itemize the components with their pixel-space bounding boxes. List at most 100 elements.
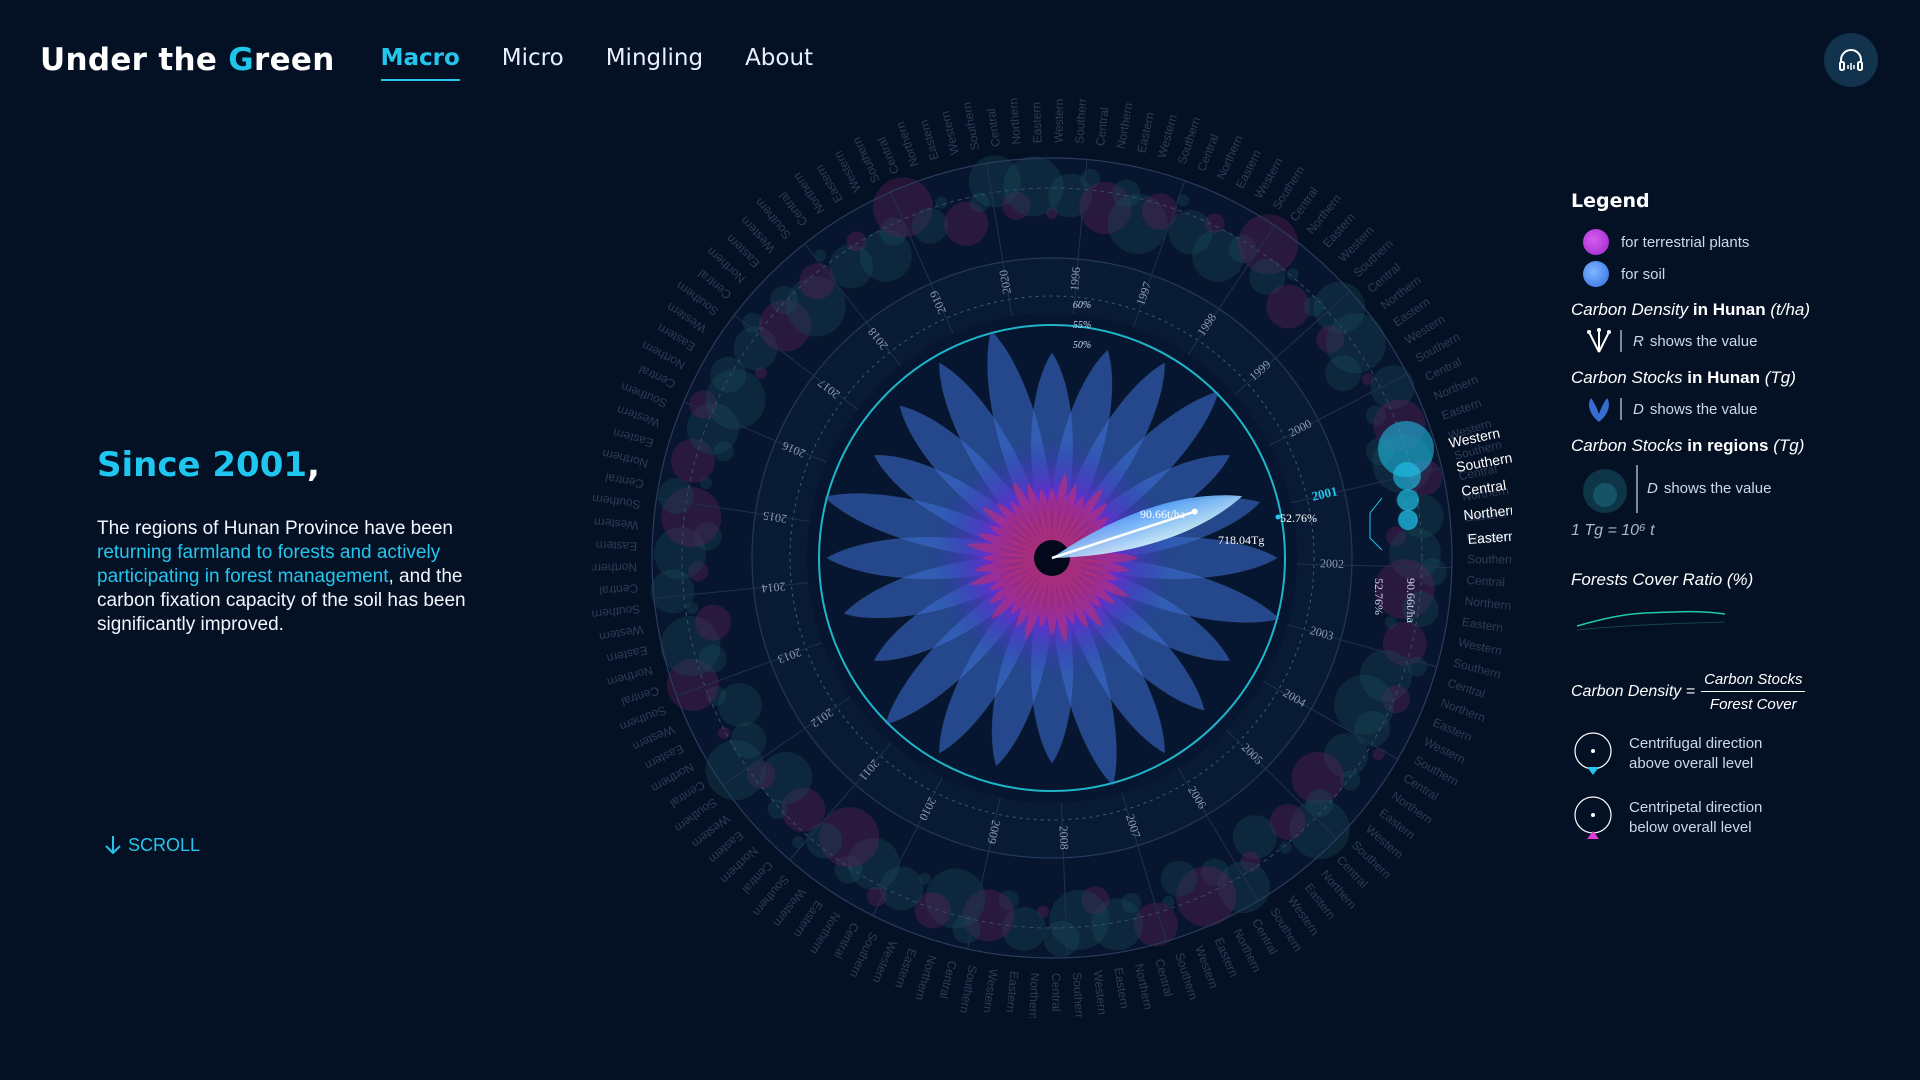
plants-swatch xyxy=(1583,229,1609,255)
region-bubble xyxy=(792,836,805,849)
scroll-hint[interactable]: SCROLL xyxy=(104,834,200,856)
centrifugal-line-1: Centrifugal direction xyxy=(1629,735,1763,752)
region-ring-label: Western xyxy=(593,515,638,533)
region-ring-label: Central xyxy=(1093,107,1111,147)
unit-note: 1 Tg = 10⁶ t xyxy=(1571,522,1655,539)
header: Under the Green Macro Micro Mingling Abo… xyxy=(40,38,813,82)
intro-body-1: The regions of Hunan Province have been xyxy=(97,518,453,539)
region-ring-label: Eastern xyxy=(1461,615,1504,635)
density-var: R xyxy=(1633,332,1644,350)
nav-macro[interactable]: Macro xyxy=(380,45,460,81)
centrifugal-text: Centrifugal direction above overall leve… xyxy=(1629,734,1762,774)
region-ring-label: Central xyxy=(984,108,1003,148)
legend-centrifugal: Centrifugal direction above overall leve… xyxy=(1571,731,1871,777)
region-label: Eastern xyxy=(1467,528,1512,547)
intro-heading: Since 2001, xyxy=(97,445,517,485)
region-ring-label: Southern xyxy=(1070,972,1087,1018)
legend-regions-desc: D shows the value xyxy=(1581,460,1871,516)
region-ring-label: Eastern xyxy=(611,425,655,450)
region-ring-label: Western xyxy=(1155,113,1180,160)
stocks-var: D xyxy=(1633,400,1644,418)
legend-cover-ratio: Forests Cover Ratio (%) xyxy=(1571,570,1754,589)
ratio-outer-label: 52.76% xyxy=(1372,578,1386,615)
arrow-down-icon xyxy=(105,836,121,855)
density-head-bold: in Hunan xyxy=(1692,300,1766,319)
region-ring-label: Northern xyxy=(1114,102,1136,150)
region-ring-label: Central xyxy=(604,470,645,491)
region-ring-label: Western xyxy=(980,968,1000,1014)
region-ring-label: Central xyxy=(874,135,901,176)
carbon-flower-chart[interactable]: 1996199719981999200020012002200320042005… xyxy=(592,98,1512,1018)
app-title-rest: reen xyxy=(254,42,335,78)
density-value-label: 90.66t/ha xyxy=(1140,507,1186,521)
region-ring-label: Eastern xyxy=(1134,111,1157,154)
region-ring-label: Central xyxy=(1466,573,1505,589)
legend-soil: for soil xyxy=(1571,258,1871,290)
region-bubble xyxy=(695,604,732,641)
region-ring-label: Northern xyxy=(1006,98,1024,145)
formula-lhs: Carbon Density = xyxy=(1571,683,1696,700)
region-ring-label: Southern xyxy=(592,492,641,512)
year-label: 2014 xyxy=(761,579,786,595)
region-ring-label: Central xyxy=(1049,973,1063,1012)
density-dot xyxy=(1191,508,1198,515)
radius-icon xyxy=(1587,328,1622,353)
nav-about[interactable]: About xyxy=(745,45,813,75)
region-ring-label: Central xyxy=(1152,957,1175,998)
app-title[interactable]: Under the Green xyxy=(40,42,335,78)
nav-micro[interactable]: Micro xyxy=(502,45,564,75)
region-ring-label: Southern xyxy=(1467,552,1512,566)
region-ring-label: Eastern xyxy=(1111,967,1131,1010)
region-ring-label: Eastern xyxy=(605,643,648,666)
region-ring-label: Western xyxy=(1091,970,1110,1016)
regions-head-italic: Carbon Stocks xyxy=(1571,436,1683,455)
region-ring-label: Central xyxy=(937,959,960,1000)
region-ring-label: Northern xyxy=(592,560,637,575)
ratio-value-label: 52.76% xyxy=(1280,511,1317,525)
legend-stocks-desc: D shows the value xyxy=(1581,392,1871,426)
density-desc: shows the value xyxy=(1649,332,1758,350)
stocks-head-bold: in Hunan xyxy=(1687,368,1760,387)
centripetal-line-2: below overall level xyxy=(1629,819,1752,836)
legend-density-head: Carbon Density in Hunan (t/ha) xyxy=(1571,300,1871,320)
nav-mingling[interactable]: Mingling xyxy=(606,45,703,75)
highlight-region-bubble xyxy=(1397,489,1419,511)
region-bubble xyxy=(1003,156,1064,217)
highlight-region-bubble xyxy=(1393,462,1421,490)
region-ring-label: Eastern xyxy=(596,538,638,553)
ratio-tick: 50% xyxy=(1073,340,1091,351)
region-ring-label: Northern xyxy=(601,446,650,470)
region-bubble xyxy=(730,722,767,759)
region-ring-label: Central xyxy=(1446,676,1487,701)
region-bubble xyxy=(1286,268,1299,281)
region-bubble xyxy=(1161,860,1198,897)
stocks-desc: shows the value xyxy=(1649,400,1758,418)
soil-swatch xyxy=(1583,261,1609,287)
legend-centripetal: Centripetal direction below overall leve… xyxy=(1571,795,1871,841)
regions-head-bold: in regions xyxy=(1687,436,1769,455)
formula-fraction: Carbon Stocks Forest Cover xyxy=(1701,671,1806,713)
region-bubble xyxy=(1232,815,1277,860)
region-ring-label: Northern xyxy=(1132,962,1155,1011)
region-ring-label: Western xyxy=(1051,98,1066,143)
centripetal-line-1: Centripetal direction xyxy=(1629,799,1763,816)
region-ring-label: Central xyxy=(599,581,639,598)
density-formula: Carbon Density = Carbon Stocks Forest Co… xyxy=(1571,671,1871,713)
region-bubble xyxy=(814,249,827,262)
bubble-icon xyxy=(1583,465,1638,513)
audio-button[interactable] xyxy=(1824,33,1878,87)
stocks-head-italic: Carbon Stocks xyxy=(1571,368,1683,387)
region-ring-label: Western xyxy=(598,623,644,644)
legend-title: Legend xyxy=(1571,190,1650,212)
density-outer-label: 90.66t/ha xyxy=(1404,578,1418,624)
region-ring-label: Southern xyxy=(960,101,983,151)
centrifugal-icon xyxy=(1574,732,1612,775)
intro-heading-comma: , xyxy=(307,445,320,485)
regions-var: D xyxy=(1647,479,1658,497)
centripetal-icon xyxy=(1574,796,1612,839)
legend-plants: for terrestrial plants xyxy=(1571,226,1871,258)
highlight-region-bubble xyxy=(1398,510,1418,530)
ratio-dot xyxy=(1275,514,1281,520)
scroll-label: SCROLL xyxy=(128,834,201,855)
headphones-icon xyxy=(1839,49,1863,71)
